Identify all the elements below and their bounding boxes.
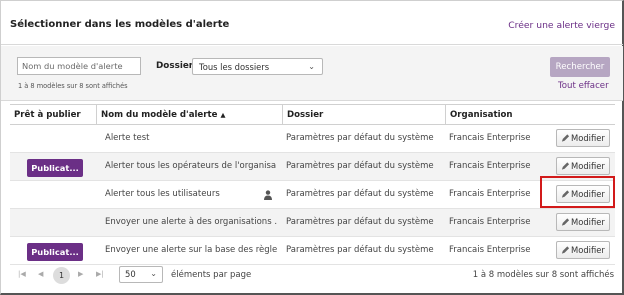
chevron-down-icon: ⌄ bbox=[308, 62, 315, 71]
modify-button[interactable]: Modifier bbox=[556, 129, 610, 147]
user-icon bbox=[264, 190, 272, 200]
template-organisation: Francais Enterprise bbox=[449, 133, 531, 143]
table-header: Prêt à publier Nom du modèle d'alerte ▲ D… bbox=[10, 104, 615, 125]
modify-button[interactable]: Modifier bbox=[556, 241, 610, 259]
create-blank-alert-link[interactable]: Créer une alerte vierge bbox=[508, 20, 615, 31]
per-page-value: 50 bbox=[125, 269, 136, 279]
per-page-label: éléments par page bbox=[171, 270, 252, 280]
next-page-icon[interactable]: ▶ bbox=[78, 270, 83, 278]
folder-select[interactable]: Tous les dossiers ⌄ bbox=[192, 58, 323, 75]
template-name: Alerte test bbox=[105, 133, 150, 143]
per-page-select[interactable]: 50 ⌄ bbox=[119, 266, 163, 283]
table-row: Envoyer une alerte à des organisations .… bbox=[10, 209, 615, 237]
modify-button[interactable]: Modifier bbox=[556, 157, 610, 175]
template-name: Alerter tous les utilisateurs bbox=[105, 189, 220, 199]
template-folder: Paramètres par défaut du système bbox=[286, 217, 434, 227]
template-folder: Paramètres par défaut du système bbox=[286, 189, 434, 199]
folder-select-value: Tous les dossiers bbox=[199, 62, 270, 72]
alert-template-dialog: Sélectionner dans les modèles d'alerte C… bbox=[0, 0, 624, 295]
pencil-icon bbox=[561, 246, 570, 254]
column-header-ready[interactable]: Prêt à publier bbox=[10, 105, 96, 125]
result-count-small: 1 à 8 modèles sur 8 sont affichés bbox=[18, 82, 128, 90]
clear-all-link[interactable]: Tout effacer bbox=[558, 81, 609, 91]
prev-page-icon[interactable]: ◀ bbox=[38, 270, 43, 278]
page-title: Sélectionner dans les modèles d'alerte bbox=[10, 19, 230, 30]
template-folder: Paramètres par défaut du système bbox=[286, 245, 434, 255]
pagination-bar: |◀ ◀ 1 ▶ ▶| 50 ⌄ éléments par page 1 à 8… bbox=[10, 263, 615, 289]
filter-bar: 1 à 8 modèles sur 8 sont affichés Dossie… bbox=[1, 46, 623, 101]
table-row: Alerter tous les utilisateurs Paramètres… bbox=[10, 181, 615, 209]
column-header-folder[interactable]: Dossier bbox=[282, 105, 445, 125]
first-page-icon[interactable]: |◀ bbox=[18, 270, 26, 278]
template-folder: Paramètres par défaut du système bbox=[286, 161, 434, 171]
table-row: Publicat... Alerter tous les opérateurs … bbox=[10, 153, 615, 181]
template-organisation: Francais Enterprise bbox=[449, 161, 531, 171]
pencil-icon bbox=[561, 134, 570, 142]
template-organisation: Francais Enterprise bbox=[449, 217, 531, 227]
current-page[interactable]: 1 bbox=[53, 267, 70, 284]
last-page-icon[interactable]: ▶| bbox=[96, 270, 104, 278]
pencil-icon bbox=[561, 162, 570, 170]
column-header-organisation[interactable]: Organisation bbox=[445, 105, 615, 125]
template-organisation: Francais Enterprise bbox=[449, 245, 531, 255]
template-name: Envoyer une alerte à des organisations .… bbox=[105, 217, 277, 227]
modify-button[interactable]: Modifier bbox=[556, 213, 610, 231]
template-folder: Paramètres par défaut du système bbox=[286, 133, 434, 143]
dialog-header: Sélectionner dans les modèles d'alerte C… bbox=[1, 1, 623, 45]
template-name: Envoyer une alerte sur la base des règle… bbox=[105, 245, 277, 255]
publish-button[interactable]: Publicat... bbox=[27, 159, 83, 177]
table-body: Alerte test Paramètres par défaut du sys… bbox=[10, 125, 615, 265]
result-count: 1 à 8 modèles sur 8 sont affichés bbox=[472, 270, 614, 280]
column-header-name[interactable]: Nom du modèle d'alerte ▲ bbox=[96, 105, 282, 125]
pencil-icon bbox=[561, 218, 570, 226]
chevron-down-icon: ⌄ bbox=[150, 269, 157, 278]
table-row: Alerte test Paramètres par défaut du sys… bbox=[10, 125, 615, 153]
template-name: Alerter tous les opérateurs de l'organis… bbox=[105, 161, 277, 171]
highlight-box bbox=[540, 176, 615, 208]
sort-ascending-icon: ▲ bbox=[220, 111, 226, 119]
template-organisation: Francais Enterprise bbox=[449, 189, 531, 199]
table-row: Publicat... Envoyer une alerte sur la ba… bbox=[10, 237, 615, 265]
template-name-input[interactable] bbox=[17, 57, 141, 75]
search-button[interactable]: Rechercher bbox=[550, 57, 610, 77]
publish-button[interactable]: Publicat... bbox=[27, 243, 83, 261]
folder-label: Dossier bbox=[156, 61, 194, 71]
